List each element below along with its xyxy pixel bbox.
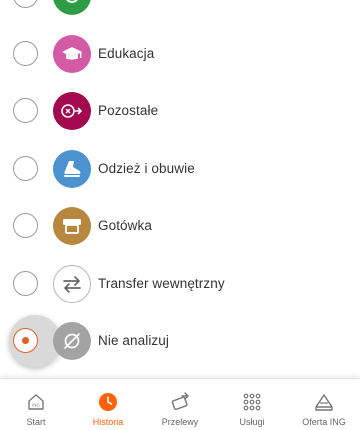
green-category-icon xyxy=(53,0,91,15)
category-label: Gotówka xyxy=(98,218,152,233)
nav-start[interactable]: ING Start xyxy=(0,379,72,430)
svg-text:ING: ING xyxy=(32,403,39,408)
category-row-gotowka[interactable]: Gotówka xyxy=(0,197,360,254)
cash-register-icon xyxy=(53,206,91,245)
category-label: Odzież i obuwie xyxy=(98,161,195,176)
eye-off-icon xyxy=(53,321,91,360)
grid-icon xyxy=(241,391,263,413)
category-radio[interactable] xyxy=(13,41,38,66)
category-row-pozostale[interactable]: Pozostałe xyxy=(0,82,360,139)
category-label: Edukacja xyxy=(98,46,155,61)
graduation-cap-icon xyxy=(53,34,91,73)
clock-icon xyxy=(97,391,119,413)
category-row-partial[interactable] xyxy=(0,0,360,24)
category-label: Nie analizuj xyxy=(98,333,169,348)
nav-historia[interactable]: Historia xyxy=(72,379,144,430)
category-row-nie-analizuj[interactable]: Nie analizuj xyxy=(0,312,360,369)
category-label: Transfer wewnętrzny xyxy=(98,276,225,291)
category-list: Edukacja Pozostałe Odzież i obuwie Gotów… xyxy=(0,0,360,378)
category-radio[interactable] xyxy=(13,98,38,123)
category-row-odziez[interactable]: Odzież i obuwie xyxy=(0,140,360,197)
nav-label: Przelewy xyxy=(161,417,199,427)
nav-label: Oferta ING xyxy=(302,417,346,427)
nav-label: Usługi xyxy=(239,417,265,427)
category-radio[interactable] xyxy=(13,0,38,8)
category-row-edukacja[interactable]: Edukacja xyxy=(0,25,360,82)
transfer-arrows-icon xyxy=(53,264,91,303)
nav-oferta-ing[interactable]: Oferta ING xyxy=(288,379,360,430)
category-row-transfer[interactable]: Transfer wewnętrzny xyxy=(0,255,360,312)
nav-przelewy[interactable]: Przelewy xyxy=(144,379,216,430)
offer-icon xyxy=(313,391,335,413)
nav-uslugi[interactable]: Usługi xyxy=(216,379,288,430)
bottom-navigation: ING Start Historia Przelewy Usługi Ofert… xyxy=(0,378,360,430)
category-label: Pozostałe xyxy=(98,103,159,118)
nav-label: Start xyxy=(26,417,46,427)
transfer-icon xyxy=(169,391,191,413)
category-radio[interactable] xyxy=(13,271,38,296)
other-coins-icon xyxy=(53,91,91,130)
category-radio-selected[interactable] xyxy=(13,328,38,353)
shoe-icon xyxy=(53,149,91,188)
nav-label: Historia xyxy=(92,417,124,427)
category-radio[interactable] xyxy=(13,156,38,181)
category-radio[interactable] xyxy=(13,213,38,238)
home-icon: ING xyxy=(25,391,47,413)
